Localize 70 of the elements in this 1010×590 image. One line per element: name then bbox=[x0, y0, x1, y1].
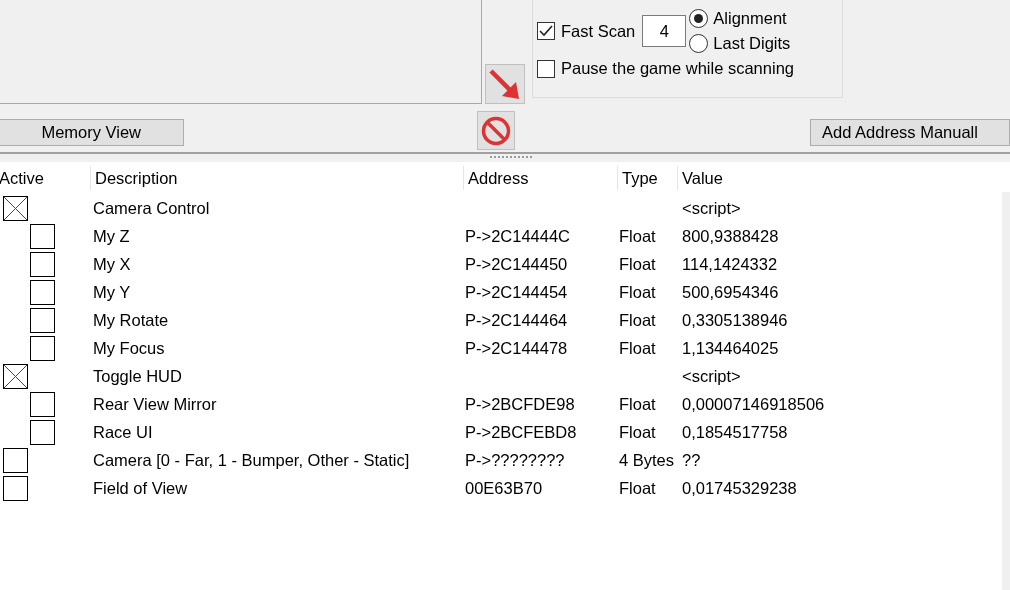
radio-label: Last Digits bbox=[713, 34, 791, 53]
value-cell-text: 0,1854517758 bbox=[681, 422, 789, 442]
value-cell-text: 500,6954346 bbox=[681, 282, 780, 302]
value-cell-text: 0,01745329238 bbox=[681, 478, 798, 498]
pause-checkbox[interactable] bbox=[537, 59, 555, 78]
column-header[interactable]: Value bbox=[678, 166, 1010, 190]
address-cell: P->2C144454 bbox=[465, 282, 568, 302]
arrow-icon bbox=[488, 67, 522, 101]
value-cell-text: <script> bbox=[681, 366, 742, 386]
address-cell: P->2C144450 bbox=[465, 254, 568, 274]
value-cell-text: 114,1424332 bbox=[681, 254, 779, 274]
description-cell-text: My Focus bbox=[92, 338, 166, 358]
column-header[interactable]: Address bbox=[464, 166, 618, 190]
type-cell: Float bbox=[619, 254, 656, 274]
type-cell: 4 Bytes bbox=[619, 450, 675, 470]
description-cell-text: My Rotate bbox=[92, 310, 170, 330]
active-checkbox[interactable] bbox=[30, 223, 55, 249]
description-cell-text: My Y bbox=[92, 282, 132, 302]
active-checkbox[interactable] bbox=[3, 475, 28, 501]
prohibited-icon bbox=[481, 115, 512, 146]
column-header[interactable]: Type bbox=[618, 166, 678, 190]
address-cell: P->2BCFEBD8 bbox=[465, 422, 577, 442]
type-cell: Float bbox=[619, 394, 656, 414]
value-cell-text: ?? bbox=[681, 450, 702, 470]
type-cell: Float bbox=[619, 310, 656, 330]
description-cell-text: Toggle HUD bbox=[92, 366, 183, 386]
pause-label: Pause the game while scanning bbox=[561, 59, 794, 78]
value-cell-text: 800,9388428 bbox=[681, 226, 780, 246]
description-cell-text: Camera Control bbox=[92, 198, 211, 218]
description-cell-text: Race UI bbox=[92, 422, 154, 442]
active-checkbox[interactable] bbox=[30, 391, 55, 417]
address-cell: P->2C144464 bbox=[465, 310, 568, 330]
radio-button[interactable] bbox=[689, 9, 709, 28]
fast-scan-field[interactable]: 4 bbox=[642, 15, 687, 47]
radio-label: Alignment bbox=[713, 9, 787, 28]
type-cell: Float bbox=[619, 282, 656, 302]
radio-button[interactable] bbox=[689, 34, 709, 53]
active-checkbox[interactable] bbox=[30, 335, 55, 361]
description-cell-text: My X bbox=[92, 254, 132, 274]
address-cell: P->2C14444C bbox=[465, 226, 571, 246]
type-cell: Float bbox=[619, 422, 656, 442]
type-cell: Float bbox=[619, 478, 656, 498]
description-cell-text: My Z bbox=[92, 226, 131, 246]
type-cell: Float bbox=[619, 338, 656, 358]
description-cell-text: Field of View bbox=[92, 478, 189, 498]
address-cell: P->2BCFDE98 bbox=[465, 394, 575, 414]
value-cell-text: <script> bbox=[681, 198, 742, 218]
stop-button[interactable] bbox=[477, 111, 515, 150]
script-toggle[interactable] bbox=[3, 363, 28, 389]
fast-scan-label: Fast Scan bbox=[561, 21, 636, 41]
description-cell-text: Camera [0 - Far, 1 - Bumper, Other - Static] bbox=[92, 450, 411, 470]
value-cell-text: 1,134464025 bbox=[681, 338, 780, 358]
address-cell: 00E63B70 bbox=[465, 478, 543, 498]
fast-scan-checkbox[interactable] bbox=[537, 22, 555, 40]
active-checkbox[interactable] bbox=[30, 419, 55, 445]
memory-view-button[interactable]: Memory View bbox=[0, 119, 185, 146]
active-checkbox[interactable] bbox=[30, 279, 55, 305]
description-cell-text: Rear View Mirror bbox=[92, 394, 218, 414]
column-header[interactable]: Description bbox=[91, 166, 464, 190]
type-cell: Float bbox=[619, 226, 656, 246]
address-cell: P->???????? bbox=[465, 450, 565, 470]
add-to-list-button[interactable] bbox=[485, 64, 525, 104]
active-checkbox[interactable] bbox=[30, 307, 55, 333]
value-cell-text: 0,3305138946 bbox=[681, 310, 789, 330]
active-checkbox[interactable] bbox=[3, 447, 28, 473]
add-address-button[interactable]: Add Address Manuall bbox=[810, 119, 1010, 146]
active-checkbox[interactable] bbox=[30, 251, 55, 277]
address-cell: P->2C144478 bbox=[465, 338, 568, 358]
value-cell-text: 0,00007146918506 bbox=[681, 394, 826, 414]
script-toggle[interactable] bbox=[3, 195, 28, 221]
